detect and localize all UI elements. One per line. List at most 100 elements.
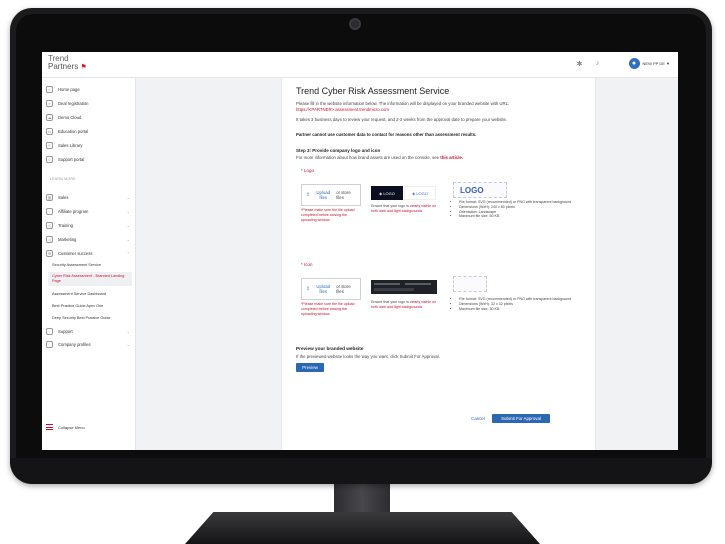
preview-button[interactable]: Preview (296, 363, 324, 372)
screen: Trend Partners ⚑ ✱ ♪ ● NEW PP DE ▼ ⌂ Home… (42, 52, 678, 450)
upload-icon: ⇪ (306, 192, 311, 198)
user-menu[interactable]: ● NEW PP DE ▼ (628, 58, 670, 69)
intro-text: Please fill in the website information b… (296, 101, 510, 106)
monitor-stand-neck (334, 484, 390, 514)
sidebar-item-label: Sales Library (58, 142, 83, 148)
sidebar-group-company-profiles[interactable]: ♢ Company profiles ⌄ (46, 339, 132, 349)
logo-upload-box[interactable]: ⇪ Upload files or store files (301, 184, 361, 206)
icon-note-text: Ensure that your logo is (371, 300, 409, 304)
spec-item: Maximum file size: 50 KB (459, 214, 573, 219)
cloud-icon: ☁ (46, 113, 53, 121)
notification-icon[interactable]: ♪ (593, 59, 603, 69)
sidebar-group-training[interactable]: ◁ Training ⌄ (46, 220, 132, 230)
icon-browser-preview (371, 280, 437, 294)
sidebar-subitem-assessment-dashboard[interactable]: Assessment Service Dashboard (48, 290, 132, 299)
library-icon: ≡ (46, 141, 53, 149)
logo-store-files: or store files (336, 190, 351, 200)
sidebar-subitem-deep-security[interactable]: Deep Security Best Practice Guide (48, 314, 132, 323)
spec-item: Maximum file size: 30 KB (459, 307, 573, 312)
sidebar-item-support-portal[interactable]: ☺ Support portal (46, 154, 132, 164)
chart-icon: ▥ (46, 193, 53, 201)
sidebar-group-affiliate[interactable]: ♢ Affiliate program ⌄ (46, 206, 132, 216)
education-icon: ▭ (46, 127, 53, 135)
logo-upload-warning: *Please make sure the file upload comple… (301, 208, 355, 222)
top-icons: ✱ ♪ ● NEW PP DE ▼ (575, 58, 670, 69)
cancel-button[interactable]: Cancel (466, 414, 490, 423)
step-sub-text: For more information about how brand ass… (296, 155, 440, 160)
step-title: Step 3: Provide company logo and icon (296, 148, 381, 153)
sidebar-subitem-best-practice-apex[interactable]: Best Practice Guide Apex One (48, 302, 132, 311)
sidebar-group-label: Marketing (58, 236, 77, 242)
preview-bar (374, 288, 414, 291)
sidebar-item-home[interactable]: ⌂ Home page (46, 84, 132, 94)
icon-label: * Icon (301, 262, 313, 267)
sidebar-group-label: Sales (58, 194, 69, 200)
collapse-menu-button[interactable]: Collapse Menu (46, 424, 85, 430)
preview-title: Preview your branded website (296, 346, 364, 351)
bell-icon[interactable]: ✱ (575, 59, 585, 69)
sidebar-item-label: Support portal (58, 156, 85, 162)
collapse-menu-label: Collapse Menu (58, 424, 85, 430)
article-link[interactable]: this article. (440, 155, 463, 160)
sidebar-item-label: Demo Cloud (58, 114, 82, 120)
brand-line2-text: Partners (48, 62, 79, 71)
sidebar-item-label: Education portal (58, 128, 89, 134)
menu-icon (46, 424, 53, 430)
sidebar-subitem-cyber-risk-landing[interactable]: Cyber Risk Assessment - Branded Landing … (48, 272, 132, 286)
main-card: Trend Cyber Risk Assessment Service Plea… (281, 78, 596, 450)
avatar: ● (628, 58, 640, 69)
sidebar-group-label: Customer success (58, 250, 93, 256)
brand-logo[interactable]: Trend Partners ⚑ (48, 55, 87, 72)
sidebar-item-sales-library[interactable]: ≡ Sales Library (46, 140, 132, 150)
marketing-icon: ◁ (46, 235, 53, 243)
chevron-down-icon: ⌄ (126, 208, 130, 214)
chevron-down-icon: ⌄ (126, 236, 130, 242)
logo-spec-image: LOGO (453, 182, 507, 198)
logo-upload-link[interactable]: Upload files (314, 190, 332, 200)
sidebar: ⌂ Home page ≈ Deal registration ☁ Demo Clou… (42, 78, 136, 450)
logo-mark-icon: ◈ LOGO (412, 190, 428, 196)
sample-logo-text: LOGO (460, 186, 484, 195)
logo-label: * Logo (301, 168, 315, 173)
chevron-up-icon: ⌃ (126, 250, 130, 256)
monitor: Trend Partners ⚑ ✱ ♪ ● NEW PP DE ▼ ⌂ Home… (10, 8, 712, 484)
icon-store-files: or store files (336, 284, 351, 294)
section-label-learn-more: LEARN MORE (50, 177, 76, 181)
top-bar: Trend Partners ⚑ ✱ ♪ ● NEW PP DE ▼ (42, 52, 678, 78)
icon-upload-warning: *Please make sure the file upload comple… (301, 302, 355, 316)
chevron-down-icon: ⌄ (126, 341, 130, 347)
logo-spec-list: File format: SVG (recommended) or PNG wi… (453, 200, 573, 219)
sidebar-group-support[interactable]: ♢ Support ⌄ (46, 326, 132, 336)
submit-for-approval-button[interactable]: Submit For Approval (492, 414, 550, 423)
sidebar-group-label: Training (58, 222, 73, 228)
sidebar-item-education-portal[interactable]: ▭ Education portal (46, 126, 132, 136)
company-icon: ♢ (46, 340, 53, 348)
sidebar-item-demo-cloud[interactable]: ☁ Demo Cloud (46, 112, 132, 122)
icon-upload-link[interactable]: Upload files (314, 284, 332, 294)
chevron-down-icon: ⌄ (126, 328, 130, 334)
intro-url-link[interactable]: https://<PARTNER>.assessment.trendmicro.… (296, 107, 389, 112)
sidebar-subitem-security-assessment[interactable]: Security Assessment Service (48, 261, 132, 270)
sidebar-item-deal-registration[interactable]: ≈ Deal registration (46, 98, 132, 108)
sidebar-group-sales[interactable]: ▥ Sales ⌄ (46, 192, 132, 202)
support-icon: ♢ (46, 327, 53, 335)
review-paragraph: It takes 3 business days to review your … (296, 117, 508, 122)
logo-note-text: Ensure that your logo is (371, 204, 409, 208)
logo-preview-note: Ensure that your logo is clearly visible… (371, 204, 437, 213)
affiliate-icon: ♢ (46, 207, 53, 215)
sidebar-group-label: Company profiles (58, 341, 91, 347)
preview-subtitle: If the previewed website looks the way y… (296, 354, 440, 359)
icon-upload-box[interactable]: ⇪ Upload files or store files (301, 278, 361, 300)
warning-paragraph: Partner cannot use customer data to cont… (296, 132, 477, 137)
icon-spec-list: File format: SVG (recommended) or PNG wi… (453, 297, 573, 311)
stage: Trend Partners ⚑ ✱ ♪ ● NEW PP DE ▼ ⌂ Home… (0, 0, 725, 544)
page-title: Trend Cyber Risk Assessment Service (296, 86, 450, 96)
icon-spec-image (453, 276, 487, 292)
sidebar-group-customer-success[interactable]: ⚙ Customer success ⌃ (46, 248, 132, 258)
logo-note-end: . (422, 208, 424, 213)
step-subtitle: For more information about how brand ass… (296, 155, 463, 160)
icon-preview-note: Ensure that your logo is clearly visible… (371, 300, 437, 309)
intro-paragraph: Please fill in the website information b… (296, 101, 586, 113)
sidebar-group-marketing[interactable]: ◁ Marketing ⌄ (46, 234, 132, 244)
camera-icon (349, 18, 361, 30)
